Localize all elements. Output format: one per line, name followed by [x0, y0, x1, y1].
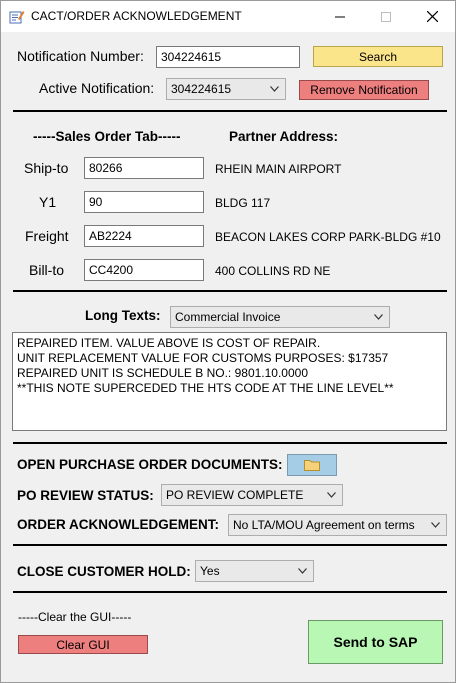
title-bar: CACT/ORDER ACKNOWLEDGEMENT — [1, 1, 455, 32]
long-text-line: REPAIRED ITEM. VALUE ABOVE IS COST OF RE… — [17, 336, 321, 350]
order-ack-select[interactable]: No LTA/MOU Agreement on terms — [228, 514, 447, 536]
search-button[interactable]: Search — [313, 46, 443, 67]
notification-number-input[interactable]: 304224615 — [156, 46, 300, 68]
send-to-sap-button[interactable]: Send to SAP — [308, 620, 443, 664]
long-text-line: REPAIRED UNIT IS SCHEDULE B NO.: 9801.10… — [17, 366, 309, 380]
clear-gui-caption: -----Clear the GUI----- — [18, 610, 132, 624]
ship-to-input[interactable]: 80266 — [84, 157, 204, 179]
y1-address: BLDG 117 — [215, 196, 271, 210]
ship-to-label: Ship-to — [24, 160, 69, 176]
close-customer-hold-label: CLOSE CUSTOMER HOLD: — [17, 564, 191, 579]
separator — [13, 110, 447, 112]
maximize-button[interactable] — [363, 1, 409, 32]
sales-order-header: -----Sales Order Tab----- — [33, 129, 181, 144]
active-notification-value: 304224615 — [171, 82, 232, 96]
separator — [13, 591, 447, 593]
partner-address-header: Partner Address: — [229, 129, 339, 144]
open-po-docs-label: OPEN PURCHASE ORDER DOCUMENTS: — [17, 457, 283, 472]
folder-icon — [304, 460, 320, 471]
y1-input[interactable]: 90 — [84, 191, 204, 213]
po-review-status-value: PO REVIEW COMPLETE — [166, 488, 304, 502]
long-texts-select[interactable]: Commercial Invoice — [170, 306, 390, 328]
ship-to-address: RHEIN MAIN AIRPORT — [215, 162, 342, 176]
chevron-down-icon — [374, 314, 383, 320]
long-text-area[interactable]: REPAIRED ITEM. VALUE ABOVE IS COST OF RE… — [12, 332, 447, 431]
notification-number-label: Notification Number: — [17, 48, 144, 64]
bill-to-input[interactable]: CC4200 — [84, 259, 204, 281]
bill-to-address: 400 COLLINS RD NE — [215, 264, 331, 278]
close-button[interactable] — [409, 1, 455, 32]
close-customer-hold-value: Yes — [200, 564, 220, 578]
freight-label: Freight — [25, 228, 69, 244]
chevron-down-icon — [270, 86, 279, 92]
long-text-line: **THIS NOTE SUPERCEDED THE HTS CODE AT T… — [17, 381, 394, 395]
active-notification-label: Active Notification: — [39, 80, 155, 96]
main-window: CACT/ORDER ACKNOWLEDGEMENT Notification … — [0, 0, 456, 683]
separator — [13, 442, 447, 444]
separator — [13, 544, 447, 546]
minimize-button[interactable] — [317, 1, 363, 32]
freight-input[interactable]: AB2224 — [84, 225, 204, 247]
long-texts-label: Long Texts: — [85, 308, 161, 323]
close-customer-hold-select[interactable]: Yes — [195, 560, 314, 582]
remove-notification-button[interactable]: Remove Notification — [299, 80, 429, 100]
order-ack-value: No LTA/MOU Agreement on terms — [233, 518, 415, 532]
y1-label: Y1 — [39, 194, 57, 210]
bill-to-label: Bill-to — [29, 262, 65, 278]
separator — [13, 290, 447, 292]
po-review-status-select[interactable]: PO REVIEW COMPLETE — [161, 484, 343, 506]
order-ack-label: ORDER ACKNOWLEDGEMENT: — [17, 517, 219, 532]
long-text-line: UNIT REPLACEMENT VALUE FOR CUSTOMS PURPO… — [17, 351, 389, 365]
clear-gui-button[interactable]: Clear GUI — [18, 635, 148, 654]
chevron-down-icon — [431, 522, 440, 528]
po-review-status-label: PO REVIEW STATUS: — [17, 488, 154, 503]
long-texts-value: Commercial Invoice — [175, 310, 281, 324]
open-po-docs-button[interactable] — [287, 454, 337, 476]
window-title: CACT/ORDER ACKNOWLEDGEMENT — [31, 9, 242, 23]
chevron-down-icon — [298, 568, 307, 574]
chevron-down-icon — [327, 492, 336, 498]
active-notification-select[interactable]: 304224615 — [166, 78, 286, 100]
app-icon — [9, 9, 25, 28]
freight-address: BEACON LAKES CORP PARK-BLDG #10 — [215, 230, 441, 244]
